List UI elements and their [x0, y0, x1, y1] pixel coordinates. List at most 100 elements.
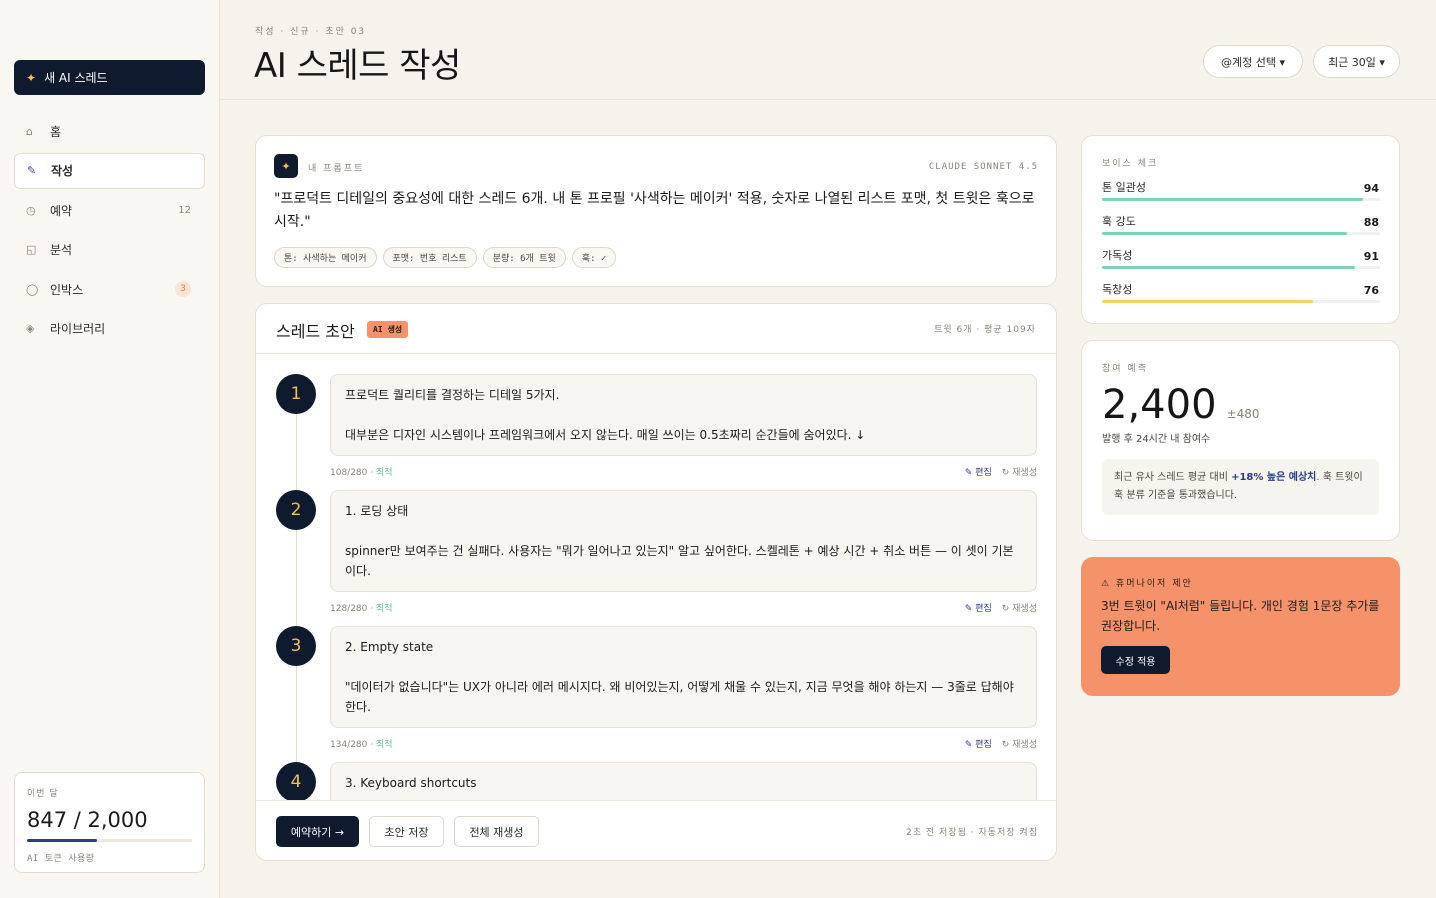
- tag-length[interactable]: 분량: 6개 트윗: [482, 247, 566, 268]
- ai-generated-badge: AI 생성: [367, 321, 409, 338]
- autosave-status: 2초 전 저장됨 · 자동저장 켜짐: [906, 828, 1038, 838]
- tweet-status: 최적: [376, 468, 393, 478]
- tweet-text: 프로덕트 퀄리티를 결정하는 디테일 5가지.: [345, 388, 560, 402]
- usage-label: 이번 달: [27, 789, 59, 799]
- tweet-text: 1. 로딩 상태: [345, 504, 409, 518]
- tweet-number: 2: [276, 490, 316, 530]
- page-header: 작성 · 신규 · 초안 03 AI 스레드 작성 @계정 선택 ▾ 최근 30…: [220, 0, 1436, 100]
- tweet-text: spinner만 보여주는 건 실패다. 사용자는 "뭐가 일어나고 있는지" …: [345, 544, 1014, 578]
- regenerate-all-button[interactable]: 전체 재생성: [454, 816, 539, 847]
- sidebar-item-analytics[interactable]: ◱ 분석: [14, 232, 205, 268]
- tag-hook[interactable]: 훅: ✓: [571, 247, 617, 268]
- new-ai-thread-button[interactable]: ✦ 새 AI 스레드: [14, 60, 205, 95]
- prompt-text[interactable]: "프로덕트 디테일의 중요성에 대한 스레드 6개. 내 톤 프로필 '사색하는…: [274, 188, 1044, 234]
- metric-name: 독창성: [1102, 283, 1133, 296]
- save-draft-button[interactable]: 초안 저장: [369, 816, 444, 847]
- tweet-bubble[interactable]: 1. 로딩 상태 spinner만 보여주는 건 실패다. 사용자는 "뭐가 일…: [330, 490, 1037, 592]
- account-select-button[interactable]: @계정 선택 ▾: [1203, 45, 1303, 78]
- metric-score: 91: [1363, 250, 1379, 263]
- prediction-highlight: +18% 높은 예상치: [1231, 472, 1317, 483]
- voice-check-label: 보이스 체크: [1102, 159, 1159, 169]
- voice-metric: 독창성 76: [1102, 281, 1380, 305]
- metric-fill: [1102, 300, 1314, 303]
- regenerate-button[interactable]: ↻ 재생성: [1002, 601, 1037, 614]
- apply-fix-button[interactable]: 수정 적용: [1101, 646, 1170, 674]
- metric-fill: [1102, 198, 1364, 201]
- regenerate-button[interactable]: ↻ 재생성: [1002, 737, 1037, 750]
- sidebar-item-library[interactable]: ◈ 라이브러리: [14, 311, 205, 347]
- tweet-status: 최적: [376, 604, 393, 614]
- metric-track: [1102, 232, 1380, 235]
- sidebar-item-home[interactable]: ⌂ 홈: [14, 113, 205, 149]
- tag-tone[interactable]: 톤: 사색하는 메이커: [274, 247, 377, 268]
- tweet-char-count: 134/280: [330, 740, 368, 750]
- prompt-label: 내 프롬프트: [308, 164, 365, 174]
- tweet-list: 1 프로덕트 퀄리티를 결정하는 디테일 5가지. 대부분은 디자인 시스템이나…: [256, 354, 1056, 800]
- sidebar-nav: ⌂ 홈 ✎ 작성 ◷ 예약 12 ◱ 분석 ◯ 인박스 3 ◈ 라이브러리: [14, 113, 205, 350]
- usage-sub: AI 토큰 사용량: [27, 854, 95, 864]
- sparkle-icon: ✦: [26, 70, 37, 85]
- tweet-bubble[interactable]: 2. Empty state "데이터가 없습니다"는 UX가 아니라 에러 메…: [330, 626, 1037, 728]
- metric-score: 88: [1363, 216, 1379, 229]
- tweet-char-count: 108/280: [330, 468, 368, 478]
- metric-score: 94: [1363, 182, 1379, 195]
- metric-track: [1102, 300, 1380, 303]
- voice-metric: 훅 강도 88: [1102, 213, 1380, 237]
- metric-fill: [1102, 232, 1347, 235]
- prediction-note-text: 최근 유사 스레드 평균 대비: [1114, 472, 1232, 483]
- humanizer-suggestion-card: ⚠ 휴머나이저 제안 3번 트윗이 "AI처럼" 들립니다. 개인 경험 1문장…: [1081, 557, 1400, 696]
- sidebar-item-label: 작성: [51, 164, 74, 178]
- date-range-button[interactable]: 최근 30일 ▾: [1313, 45, 1400, 78]
- tweet-number: 1: [276, 374, 316, 414]
- sparkle-icon: ✦: [274, 154, 298, 178]
- sidebar-item-schedule[interactable]: ◷ 예약 12: [14, 192, 205, 228]
- voice-metric: 톤 일관성 94: [1102, 179, 1380, 203]
- edit-button[interactable]: ✎ 편집: [965, 737, 992, 750]
- home-icon: ⌂: [26, 124, 33, 138]
- tweet-actions: ✎ 편집 ↻ 재생성: [965, 465, 1037, 478]
- clock-icon: ◷: [26, 203, 36, 217]
- tweet-char-count: 128/280: [330, 604, 368, 614]
- tweet-text: 대부분은 디자인 시스템이나 프레임워크에서 오지 않는다. 매일 쓰이는 0.…: [345, 428, 866, 442]
- prediction-range: ±480: [1226, 407, 1260, 421]
- new-ai-thread-label: 새 AI 스레드: [44, 71, 108, 85]
- metric-name: 훅 강도: [1102, 215, 1136, 228]
- breadcrumb: 작성 · 신규 · 초안 03: [255, 27, 367, 37]
- humanizer-text: 3번 트윗이 "AI처럼" 들립니다. 개인 경험 1문장 추가를 권장합니다.: [1101, 599, 1380, 633]
- metric-fill: [1102, 266, 1355, 269]
- tweet-text: 2. Empty state: [345, 640, 434, 654]
- tweet-meta: 108/280 · 최적: [330, 468, 393, 478]
- thread-title: 스레드 초안: [276, 322, 355, 341]
- model-label: CLAUDE SONNET 4.5: [928, 162, 1038, 172]
- tweet-status: 최적: [376, 740, 393, 750]
- tweet-actions: ✎ 편집 ↻ 재생성: [965, 737, 1037, 750]
- tag-format[interactable]: 포맷: 번호 리스트: [382, 247, 477, 268]
- usage-card: 이번 달 847 / 2,000 AI 토큰 사용량: [14, 772, 205, 873]
- prediction-value-row: 2,400 ±480: [1102, 382, 1379, 428]
- thread-meta: 트윗 6개 · 평균 109자: [934, 325, 1036, 335]
- engagement-prediction-card: 참여 예측 2,400 ±480 발행 후 24시간 내 참여수 최근 유사 스…: [1081, 340, 1400, 541]
- metric-name: 톤 일관성: [1102, 181, 1146, 194]
- sidebar: ✦ 새 AI 스레드 ⌂ 홈 ✎ 작성 ◷ 예약 12 ◱ 분석 ◯ 인박스 3…: [0, 0, 220, 898]
- inbox-icon: ◯: [26, 282, 39, 296]
- sidebar-item-label: 홈: [50, 124, 62, 139]
- usage-bar: [27, 839, 192, 842]
- regenerate-button[interactable]: ↻ 재생성: [1002, 465, 1037, 478]
- sidebar-item-label: 예약: [50, 203, 73, 218]
- voice-metric: 가독성 91: [1102, 247, 1380, 271]
- edit-button[interactable]: ✎ 편집: [965, 601, 992, 614]
- sidebar-item-label: 라이브러리: [50, 322, 106, 336]
- tweet-bubble[interactable]: 3. Keyboard shortcuts: [330, 762, 1037, 800]
- edit-button[interactable]: ✎ 편집: [965, 465, 992, 478]
- sidebar-item-compose[interactable]: ✎ 작성: [14, 152, 205, 189]
- prediction-label: 참여 예측: [1102, 364, 1148, 374]
- tweet-number: 3: [276, 626, 316, 666]
- metric-name: 가독성: [1102, 249, 1133, 262]
- metric-track: [1102, 198, 1380, 201]
- sidebar-item-inbox[interactable]: ◯ 인박스 3: [14, 271, 205, 307]
- tweet-bubble[interactable]: 프로덕트 퀄리티를 결정하는 디테일 5가지. 대부분은 디자인 시스템이나 프…: [330, 374, 1037, 456]
- schedule-button[interactable]: 예약하기 →: [276, 816, 359, 847]
- prompt-card: ✦ 내 프롬프트 CLAUDE SONNET 4.5 "프로덕트 디테일의 중요…: [255, 135, 1057, 287]
- metric-track: [1102, 266, 1380, 269]
- schedule-count: 12: [178, 204, 191, 216]
